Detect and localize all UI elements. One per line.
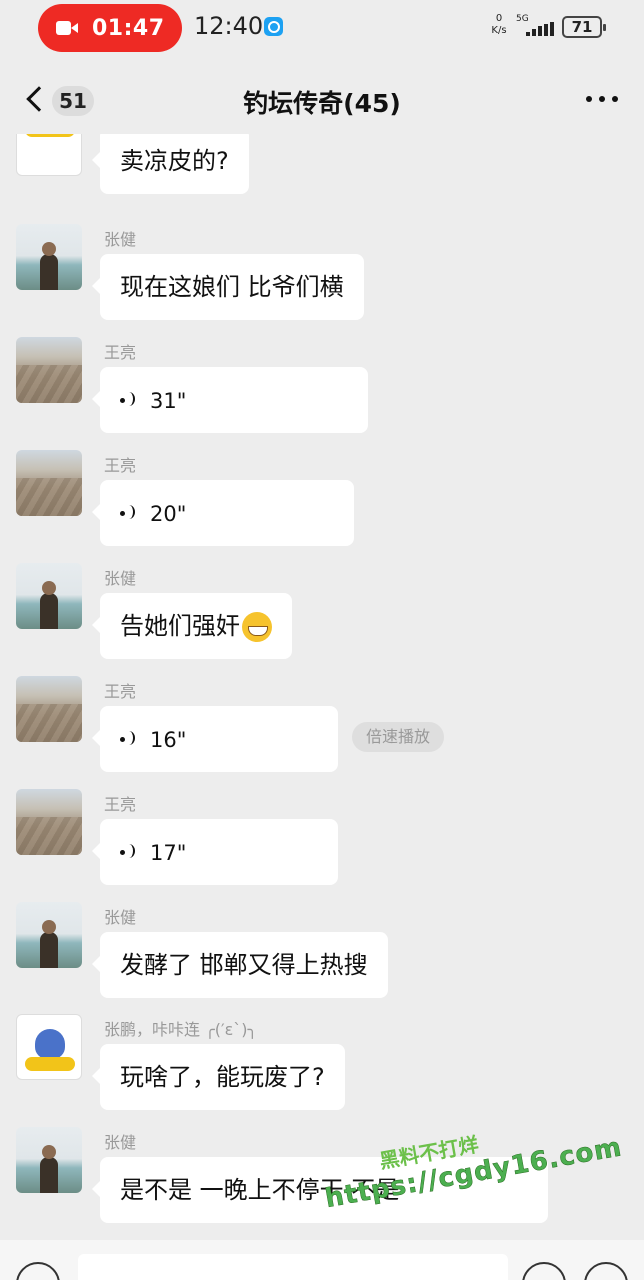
voice-message-bubble[interactable]: 20" [92,480,354,546]
sender-name: 张健 [104,230,137,249]
voice-message-bubble[interactable]: 31" [92,367,368,433]
voice-input-button[interactable] [16,1262,60,1280]
message-bubble[interactable]: 发酵了 邯郸又得上热搜 [92,932,388,998]
voice-duration: 16" [150,728,187,752]
avatar[interactable] [16,224,82,290]
sender-name: 王亮 [104,795,137,814]
app-notification-icon [264,17,283,36]
network-speed: 0 K/s [488,13,510,37]
record-time: 01:47 [92,15,165,41]
avatar[interactable] [16,337,82,403]
avatar[interactable] [16,563,82,629]
sender-name: 王亮 [104,682,137,701]
voice-message-bubble[interactable]: 16" [92,706,338,772]
sender-name: 王亮 [104,456,137,475]
battery-indicator: 71 [562,16,606,38]
signal-icon [526,22,556,36]
sender-name: 王亮 [104,343,137,362]
message-bubble[interactable]: 卖凉皮的? [92,134,249,194]
voice-duration: 31" [150,389,187,413]
voice-message-bubble[interactable]: 17" [92,819,338,885]
video-camera-icon [56,20,78,36]
avatar[interactable] [16,1014,82,1080]
voice-wave-icon [120,728,142,752]
message-text: 现在这娘们 比爷们横 [120,273,344,301]
more-actions-button[interactable] [584,1262,628,1280]
voice-wave-icon [120,502,142,526]
screen-record-indicator[interactable]: 01:47 [38,4,182,52]
voice-duration: 17" [150,841,187,865]
avatar[interactable] [16,1127,82,1193]
message-text: 玩啥了，能玩废了? [120,1063,325,1091]
network-speed-unit: K/s [491,25,507,36]
group-title: 钓坛传奇(45) [243,89,401,118]
sender-name: 张健 [104,1133,137,1152]
message-text: 告她们强奸 [120,612,240,640]
sender-name: 张健 [104,908,137,927]
avatar[interactable] [16,134,82,176]
avatar[interactable] [16,789,82,855]
voice-duration: 20" [150,502,187,526]
avatar[interactable] [16,676,82,742]
clock: 12:40 [194,12,264,40]
more-options-button[interactable] [586,96,618,106]
grin-emoji-icon [242,612,272,642]
sender-name: 张鹏，咔咔连 ╭(′ε`)╮ [104,1020,258,1039]
avatar[interactable] [16,450,82,516]
chat-header: 51 钓坛传奇(45) [0,66,644,134]
playback-speed-button[interactable]: 倍速播放 [352,722,445,752]
message-bubble[interactable]: 现在这娘们 比爷们横 [92,254,364,320]
dot-icon [599,96,605,102]
input-bar [0,1240,644,1280]
message-text: 发酵了 邯郸又得上热搜 [120,951,368,979]
emoji-button[interactable] [522,1262,566,1280]
chat-message-list[interactable]: 卖凉皮的? 张健 现在这娘们 比爷们横 王亮 31" 王亮 20" 张健 告她们… [0,134,644,1240]
voice-wave-icon [120,841,142,865]
status-bar: 01:47 12:40 0 K/s 5G 71 [0,0,644,56]
sender-name: 张健 [104,569,137,588]
message-bubble[interactable]: 告她们强奸 [92,593,292,659]
message-input[interactable] [78,1254,508,1280]
dot-icon [612,96,618,102]
voice-wave-icon [120,389,142,413]
dot-icon [586,96,592,102]
network-speed-value: 0 [495,13,503,24]
avatar[interactable] [16,902,82,968]
message-text: 卖凉皮的? [120,147,229,175]
message-bubble[interactable]: 玩啥了，能玩废了? [92,1044,345,1110]
